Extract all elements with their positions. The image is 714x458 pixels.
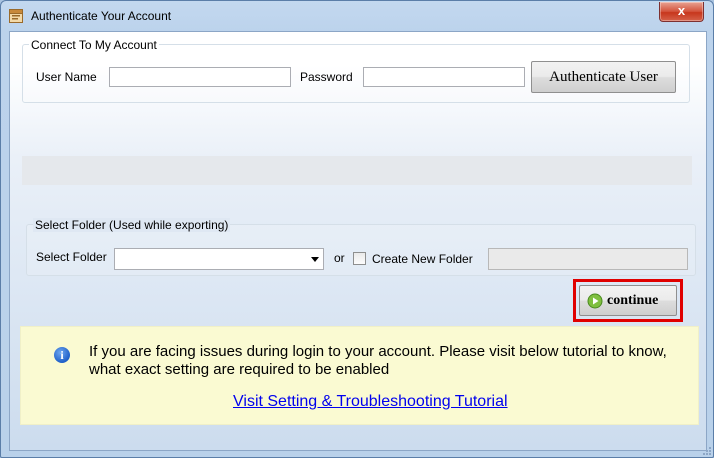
title-bar[interactable]: Authenticate Your Account x bbox=[1, 1, 713, 31]
info-message-line2: what exact setting are required to be en… bbox=[89, 361, 390, 378]
or-label: or bbox=[334, 251, 345, 265]
dialog-window: Authenticate Your Account x Connect To M… bbox=[0, 0, 714, 458]
window-title: Authenticate Your Account bbox=[31, 9, 172, 23]
password-input[interactable] bbox=[363, 67, 525, 87]
password-label: Password bbox=[300, 70, 353, 84]
close-icon: x bbox=[677, 3, 686, 18]
window-app-icon bbox=[9, 9, 23, 23]
create-new-folder-label[interactable]: Create New Folder bbox=[372, 252, 473, 266]
info-panel: i If you are facing issues during login … bbox=[20, 326, 699, 425]
resize-grip-icon[interactable] bbox=[701, 445, 711, 455]
new-folder-name-input bbox=[488, 248, 688, 270]
username-input[interactable] bbox=[109, 67, 291, 87]
play-arrow-icon bbox=[587, 293, 603, 309]
authenticate-user-button[interactable]: Authenticate User bbox=[531, 61, 676, 93]
info-message-line1: If you are facing issues during login to… bbox=[89, 343, 667, 360]
status-band bbox=[22, 156, 692, 185]
chevron-down-icon bbox=[311, 257, 319, 262]
connect-group-legend: Connect To My Account bbox=[29, 38, 159, 52]
troubleshooting-tutorial-link[interactable]: Visit Setting & Troubleshooting Tutorial bbox=[233, 393, 508, 411]
info-message: If you are facing issues during login to… bbox=[89, 343, 689, 379]
create-new-folder-checkbox[interactable] bbox=[353, 252, 366, 265]
username-label: User Name bbox=[36, 70, 97, 84]
info-icon: i bbox=[54, 347, 70, 363]
select-folder-dropdown[interactable] bbox=[114, 248, 324, 270]
continue-label: continue bbox=[607, 293, 659, 308]
select-folder-label: Select Folder bbox=[36, 250, 107, 264]
close-button[interactable]: x bbox=[659, 2, 704, 22]
folder-group-legend: Select Folder (Used while exporting) bbox=[33, 218, 231, 232]
continue-button[interactable]: continue bbox=[579, 285, 677, 316]
dialog-client-area: Connect To My Account User Name Password… bbox=[9, 31, 707, 451]
